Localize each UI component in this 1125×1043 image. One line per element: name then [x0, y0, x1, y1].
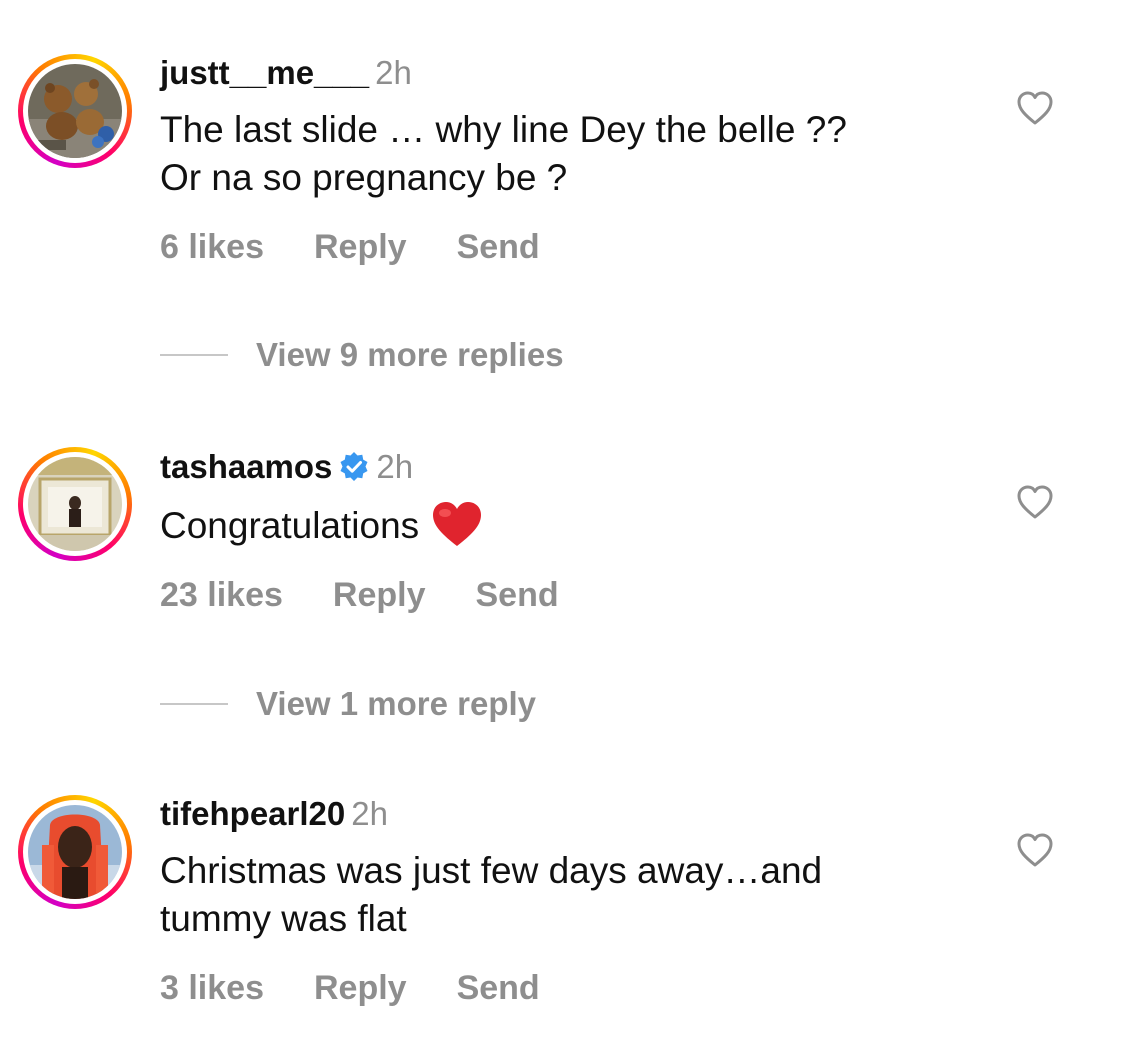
- reply-button[interactable]: Reply: [314, 228, 407, 266]
- portrait-avatar: [28, 805, 122, 899]
- likes-count[interactable]: 6 likes: [160, 228, 264, 266]
- view-more-replies[interactable]: View 1 more reply: [160, 685, 536, 723]
- comment-time: 2h: [375, 54, 412, 91]
- comment-text-line: Or na so pregnancy be ?: [160, 157, 568, 198]
- reply-button[interactable]: Reply: [333, 576, 426, 614]
- divider-line: [160, 703, 228, 705]
- view-more-label[interactable]: View 1 more reply: [256, 685, 536, 722]
- like-heart-icon[interactable]: [1016, 90, 1054, 126]
- view-more-label[interactable]: View 9 more replies: [256, 336, 564, 373]
- likes-count[interactable]: 3 likes: [160, 969, 264, 1007]
- story-ring[interactable]: [18, 447, 132, 561]
- comment-text-line: tummy was flat: [160, 898, 407, 939]
- view-more-replies[interactable]: View 9 more replies: [160, 336, 564, 374]
- like-heart-icon[interactable]: [1016, 832, 1054, 868]
- comment-time: 2h: [351, 795, 388, 832]
- comment-username[interactable]: tashaamos: [160, 448, 332, 485]
- teddy-bears-avatar: [28, 64, 122, 158]
- comment-text-line: The last slide … why line Dey the belle …: [160, 109, 847, 150]
- avatar: [23, 452, 127, 556]
- comment-text: The last slide … why line Dey the belle …: [160, 106, 980, 202]
- comment-text: Christmas was just few days away…and tum…: [160, 847, 980, 943]
- comment-text-line: Christmas was just few days away…and: [160, 850, 823, 891]
- avatar: [23, 59, 127, 163]
- send-button[interactable]: Send: [457, 228, 540, 266]
- story-ring[interactable]: [18, 54, 132, 168]
- likes-count[interactable]: 23 likes: [160, 576, 283, 614]
- red-heart-emoji-icon: [433, 502, 482, 546]
- comment-username[interactable]: tifehpearl20: [160, 795, 345, 832]
- send-button[interactable]: Send: [475, 576, 558, 614]
- story-ring[interactable]: [18, 795, 132, 909]
- verified-badge-icon: [340, 452, 368, 481]
- mirror-selfie-avatar: [28, 457, 122, 551]
- divider-line: [160, 354, 228, 356]
- reply-button[interactable]: Reply: [314, 969, 407, 1007]
- send-button[interactable]: Send: [457, 969, 540, 1007]
- comment-time: 2h: [376, 448, 414, 485]
- avatar: [23, 800, 127, 904]
- comment-text-line: Congratulations: [160, 505, 420, 546]
- comment-text: Congratulations: [160, 500, 980, 550]
- like-heart-icon[interactable]: [1016, 484, 1054, 520]
- comment-username[interactable]: justt__me___: [160, 54, 369, 91]
